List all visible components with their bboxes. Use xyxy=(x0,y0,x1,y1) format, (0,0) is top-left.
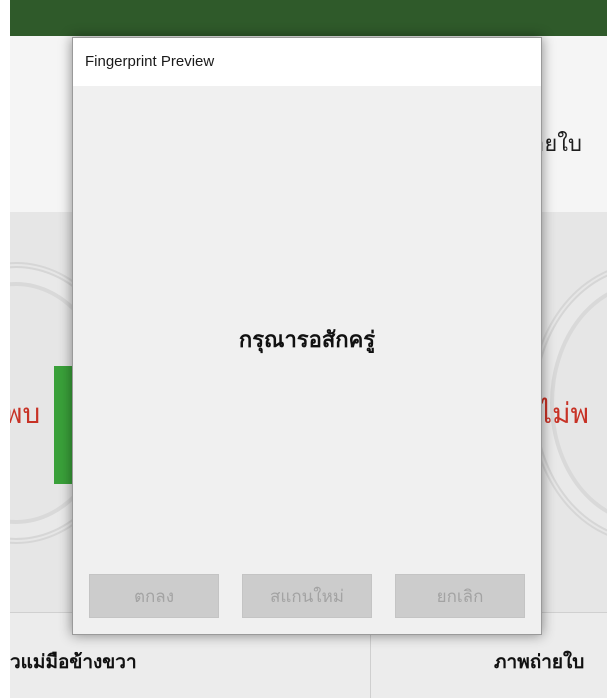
dialog-title: Fingerprint Preview xyxy=(85,53,215,70)
please-wait-message: กรุณารอสักครู่ xyxy=(238,328,376,353)
cancel-button[interactable]: ยกเลิก xyxy=(395,574,525,618)
rescan-button[interactable]: สแกนใหม่ xyxy=(242,574,372,618)
right-status-text: ไม่พ xyxy=(538,397,589,430)
top-bar xyxy=(10,0,607,36)
dialog-titlebar: Fingerprint Preview xyxy=(73,38,541,86)
ok-button[interactable]: ตกลง xyxy=(89,574,219,618)
right-thumb-label: วแม่มือข้างขวา xyxy=(10,651,137,673)
photo-label: ภาพถ่ายใบ xyxy=(494,651,585,673)
left-status-text: พบ xyxy=(10,397,41,430)
fingerprint-preview-dialog: Fingerprint Preview กรุณารอสักครู่ ตกลง … xyxy=(72,37,542,635)
